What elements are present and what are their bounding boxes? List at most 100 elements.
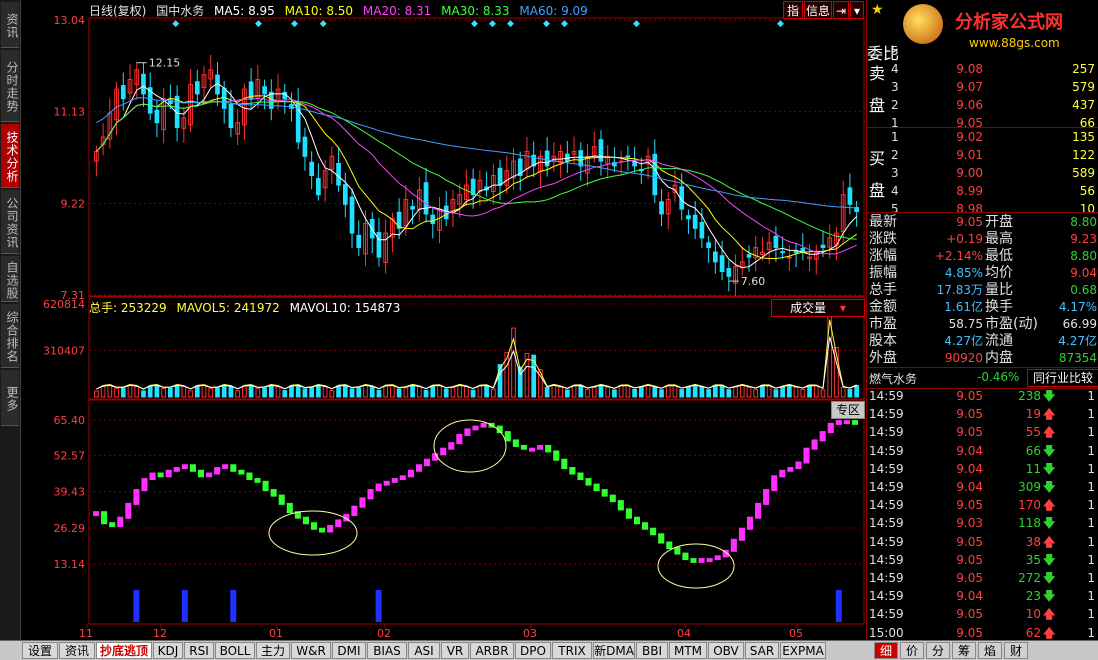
- tick-time: 14:59: [869, 498, 904, 513]
- volume-bar: [221, 384, 227, 398]
- order-row: 2 9.01 122: [867, 146, 1098, 164]
- bottom-tab-16[interactable]: BBI: [636, 642, 668, 659]
- sidebar-tab-0[interactable]: 资讯: [1, 2, 19, 48]
- right-tab-3[interactable]: 筹: [952, 642, 976, 659]
- bottom-tab-7[interactable]: W&R: [291, 642, 331, 659]
- bottom-tab-17[interactable]: MTM: [669, 642, 707, 659]
- order-level: 3: [891, 80, 899, 94]
- volume-bar: [275, 386, 281, 398]
- bottom-tab-6[interactable]: 主力: [256, 642, 290, 659]
- signal-diamond-icon: ◆: [543, 19, 550, 29]
- sector-compare-button[interactable]: 同行业比较: [1027, 369, 1098, 387]
- volume-bar: [753, 389, 759, 398]
- tick-time: 14:59: [869, 389, 904, 403]
- candle-body: [544, 150, 550, 167]
- zone-button[interactable]: 专区: [831, 401, 865, 419]
- bottom-tab-15[interactable]: 新DMA: [593, 642, 635, 659]
- sidebar-tab-4[interactable]: 自选股: [1, 256, 19, 302]
- sidebar-tab-6[interactable]: 更多: [1, 370, 19, 426]
- right-tab-4[interactable]: 焰: [978, 642, 1002, 659]
- volume-bar: [194, 385, 200, 398]
- bottom-tab-8[interactable]: DMI: [332, 642, 366, 659]
- info-button[interactable]: 信息: [804, 1, 832, 19]
- right-tab-1[interactable]: 价: [900, 642, 924, 659]
- bottom-tab-19[interactable]: SAR: [745, 642, 779, 659]
- osc-segment: [504, 431, 511, 442]
- bottom-tab-14[interactable]: TRIX: [552, 642, 592, 659]
- osc-segment: [682, 552, 689, 561]
- mavol10-line: [96, 336, 857, 390]
- candle-body: [410, 206, 415, 210]
- bottom-tab-9[interactable]: BIAS: [367, 642, 407, 659]
- osc-segment: [367, 489, 374, 500]
- order-price: 9.01: [956, 148, 983, 162]
- highlight-ellipse: [268, 510, 358, 556]
- volume-bar: [262, 387, 267, 398]
- tick-price: 9.05: [956, 607, 983, 622]
- osc-segment: [351, 505, 358, 516]
- tick-volume: 11: [1025, 461, 1041, 476]
- volume-bar: [726, 389, 732, 398]
- bottom-tab-20[interactable]: EXPMA: [780, 642, 826, 659]
- volume-bar: [329, 390, 335, 398]
- osc-segment: [254, 478, 261, 483]
- volume-bar: [255, 388, 261, 398]
- volume-tick-label: 620814: [43, 298, 85, 311]
- chevron-down-icon[interactable]: ▾: [850, 1, 864, 19]
- candle-body: [712, 251, 718, 263]
- bottom-tab-13[interactable]: DPO: [515, 642, 551, 659]
- stat-value: 66.99: [1062, 317, 1097, 331]
- volume-bar: [289, 385, 294, 398]
- stat-value: 4.27亿: [1058, 334, 1097, 348]
- osc-segment: [577, 472, 584, 481]
- indicator-dropdown[interactable]: 成交量 ▾: [771, 299, 865, 317]
- right-tab-0[interactable]: 细: [874, 642, 898, 659]
- right-tab-2[interactable]: 分: [926, 642, 950, 659]
- sidebar-tab-3[interactable]: 公司资讯: [1, 190, 19, 254]
- osc-segment: [133, 489, 140, 505]
- osc-segment: [189, 464, 196, 472]
- bottom-tab-0[interactable]: 设置: [22, 642, 58, 659]
- bottom-tab-18[interactable]: OBV: [708, 642, 744, 659]
- volume-bar: [733, 386, 738, 398]
- high-label: 12.15: [149, 57, 181, 70]
- stat-value: 9.04: [1070, 266, 1097, 280]
- tick-row: 14:59 9.04 66 🡇 1: [867, 442, 1098, 460]
- volume-bar: [578, 384, 584, 398]
- price-tick-label: 9.22: [61, 197, 86, 210]
- index-button[interactable]: 指: [783, 1, 803, 19]
- signal-diamond-icon: ◆: [633, 19, 640, 29]
- volume-bar: [672, 385, 678, 398]
- osc-segment: [424, 458, 431, 467]
- volume-bar: [248, 384, 254, 398]
- bottom-tab-2[interactable]: 抄底逃顶: [96, 642, 152, 659]
- bottom-tab-11[interactable]: VR: [441, 642, 469, 659]
- sidebar-tab-1[interactable]: 分时走势: [1, 50, 19, 122]
- volume-bar: [174, 384, 180, 398]
- bottom-tab-5[interactable]: BOLL: [215, 642, 255, 659]
- sidebar-tab-2[interactable]: 技术分析: [1, 124, 19, 188]
- volume-bar: [618, 385, 624, 398]
- osc-segment: [181, 464, 188, 470]
- chart-svg[interactable]: 13.0411.139.227.3112.157.60◆ ◆ ◆ ◆ ◆ ◆ ◆ ◆ ◆ ◆ ◆62…: [21, 0, 865, 640]
- volume-bar: [652, 386, 658, 398]
- bottom-tab-12[interactable]: ARBR: [470, 642, 514, 659]
- bottom-tab-3[interactable]: KDJ: [153, 642, 183, 659]
- ma60-line: [96, 97, 857, 209]
- chart-area[interactable]: 13.04 11.13 9.22 7.31 12.15 7.60 ◆ ◆ ◆ ◆ ◆ ◆ ◆ ◆ ◆ ◆ ◆ 62…: [21, 0, 865, 640]
- sidebar-tab-5[interactable]: 综合排名: [1, 304, 19, 368]
- arrow-up-icon: 🡅: [1043, 534, 1056, 549]
- osc-segment: [811, 439, 818, 450]
- volume-bar: [437, 384, 442, 398]
- right-tab-5[interactable]: 财: [1004, 642, 1028, 659]
- volume-bar: [268, 384, 274, 398]
- tick-price: 9.03: [956, 516, 983, 531]
- bottom-tab-10[interactable]: ASI: [408, 642, 440, 659]
- bottom-tab-1[interactable]: 资讯: [59, 642, 95, 659]
- cursor-toggle-icon[interactable]: ⇥: [833, 1, 849, 19]
- bottom-tab-4[interactable]: RSI: [184, 642, 214, 659]
- volume-bar: [141, 390, 146, 398]
- tick-count: 1: [1087, 516, 1095, 531]
- osc-segment: [738, 527, 745, 541]
- arrow-up-icon: 🡅: [1043, 407, 1056, 422]
